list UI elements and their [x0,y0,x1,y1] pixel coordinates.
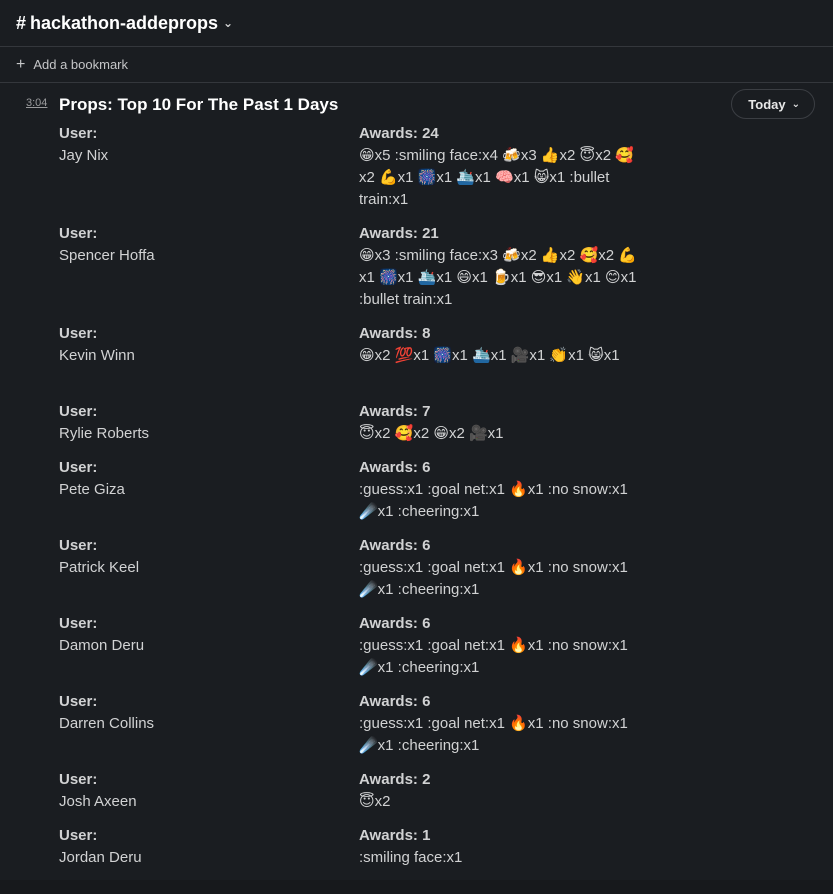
message: 3:04 Props: Top 10 For The Past 1 Days T… [0,83,833,869]
awards-list: :guess:x1 :goal net:x1 🔥x1 :no snow:x1 ☄… [359,715,628,754]
add-bookmark-button[interactable]: Add a bookmark [33,57,128,72]
awards-list: 😁x2 💯x1 🎆x1 🛳️x1 🎥x1 👏x1 😸x1 [359,347,620,364]
awards-list: :guess:x1 :goal net:x1 🔥x1 :no snow:x1 ☄… [359,481,628,520]
plus-icon[interactable]: + [16,56,25,73]
user-label: User: [59,827,98,844]
message-timestamp[interactable]: 3:04 [26,97,47,109]
list-item: User: Rylie Roberts Awards: 7 😇x2 🥰x2 😁x2 … [0,401,833,457]
message-title: Props: Top 10 For The Past 1 Days [59,95,339,114]
user-label: User: [59,125,98,142]
hash-icon: # [16,12,27,33]
user-label: User: [59,771,98,788]
user-name: Spencer Hoffa [59,247,155,264]
awards-list: 😇x2 [359,793,391,810]
awards-count: Awards: 6 [359,615,431,632]
composer-edge [0,880,833,894]
user-label: User: [59,225,98,242]
list-item: User: Jordan Deru Awards: 1 :smiling face:… [0,825,833,869]
awards-list: 😁x5 :smiling face:x4 🍻x3 👍x2 😇x2 🥰x2 💪x1… [359,147,634,208]
chevron-down-icon: ⌄ [791,98,800,110]
user-name: Pete Giza [59,481,125,498]
user-name: Jordan Deru [59,849,142,866]
user-name: Josh Axeen [59,793,137,810]
list-item: User: Patrick Keel Awards: 6 :guess:x1 :go… [0,535,833,613]
list-item: User: Jay Nix Awards: 24 😁x5 :smiling face… [0,123,833,223]
user-label: User: [59,403,98,420]
channel-name[interactable]: hackathon-addeprops [30,13,218,34]
channel-header[interactable]: # hackathon-addeprops ⌄ [0,0,833,47]
user-name: Damon Deru [59,637,145,654]
bookmark-bar: + Add a bookmark [0,47,833,83]
list-item: User: Josh Axeen Awards: 2 😇x2 [0,769,833,825]
awards-list: 😇x2 🥰x2 😁x2 🎥x1 [359,425,504,442]
awards-count: Awards: 24 [359,125,439,142]
awards-count: Awards: 8 [359,325,431,342]
awards-count: Awards: 1 [359,827,431,844]
list-item: User: Spencer Hoffa Awards: 21 😁x3 :smilin… [0,223,833,323]
awards-count: Awards: 6 [359,693,431,710]
awards-count: Awards: 21 [359,225,439,242]
list-item: User: Pete Giza Awards: 6 :guess:x1 :goal … [0,457,833,535]
user-name: Kevin Winn [59,347,135,364]
user-label: User: [59,615,98,632]
awards-count: Awards: 2 [359,771,431,788]
props-list: User: Jay Nix Awards: 24 😁x5 :smiling face… [0,123,833,869]
user-label: User: [59,459,98,476]
user-label: User: [59,325,98,342]
user-label: User: [59,693,98,710]
user-name: Rylie Roberts [59,425,150,442]
user-name: Patrick Keel [59,559,140,576]
list-item: User: Kevin Winn Awards: 8 😁x2 💯x1 🎆x1 🛳️x… [0,323,833,401]
list-item: User: Damon Deru Awards: 6 :guess:x1 :goal… [0,613,833,691]
awards-list: :guess:x1 :goal net:x1 🔥x1 :no snow:x1 ☄… [359,637,628,676]
user-name: Darren Collins [59,715,155,732]
awards-count: Awards: 6 [359,537,431,554]
chevron-down-icon[interactable]: ⌄ [223,16,233,30]
list-item: User: Darren Collins Awards: 6 :guess:x1 :… [0,691,833,769]
date-filter-button[interactable]: Today ⌄ [731,89,815,119]
awards-count: Awards: 6 [359,459,431,476]
user-name: Jay Nix [59,147,109,164]
awards-list: :guess:x1 :goal net:x1 🔥x1 :no snow:x1 ☄… [359,559,628,598]
user-label: User: [59,537,98,554]
awards-list: :smiling face:x1 [359,849,463,866]
date-filter-label: Today [748,96,786,112]
awards-list: 😁x3 :smiling face:x3 🍻x2 👍x2 🥰x2 💪x1 🎆x1… [359,247,637,308]
awards-count: Awards: 7 [359,403,431,420]
